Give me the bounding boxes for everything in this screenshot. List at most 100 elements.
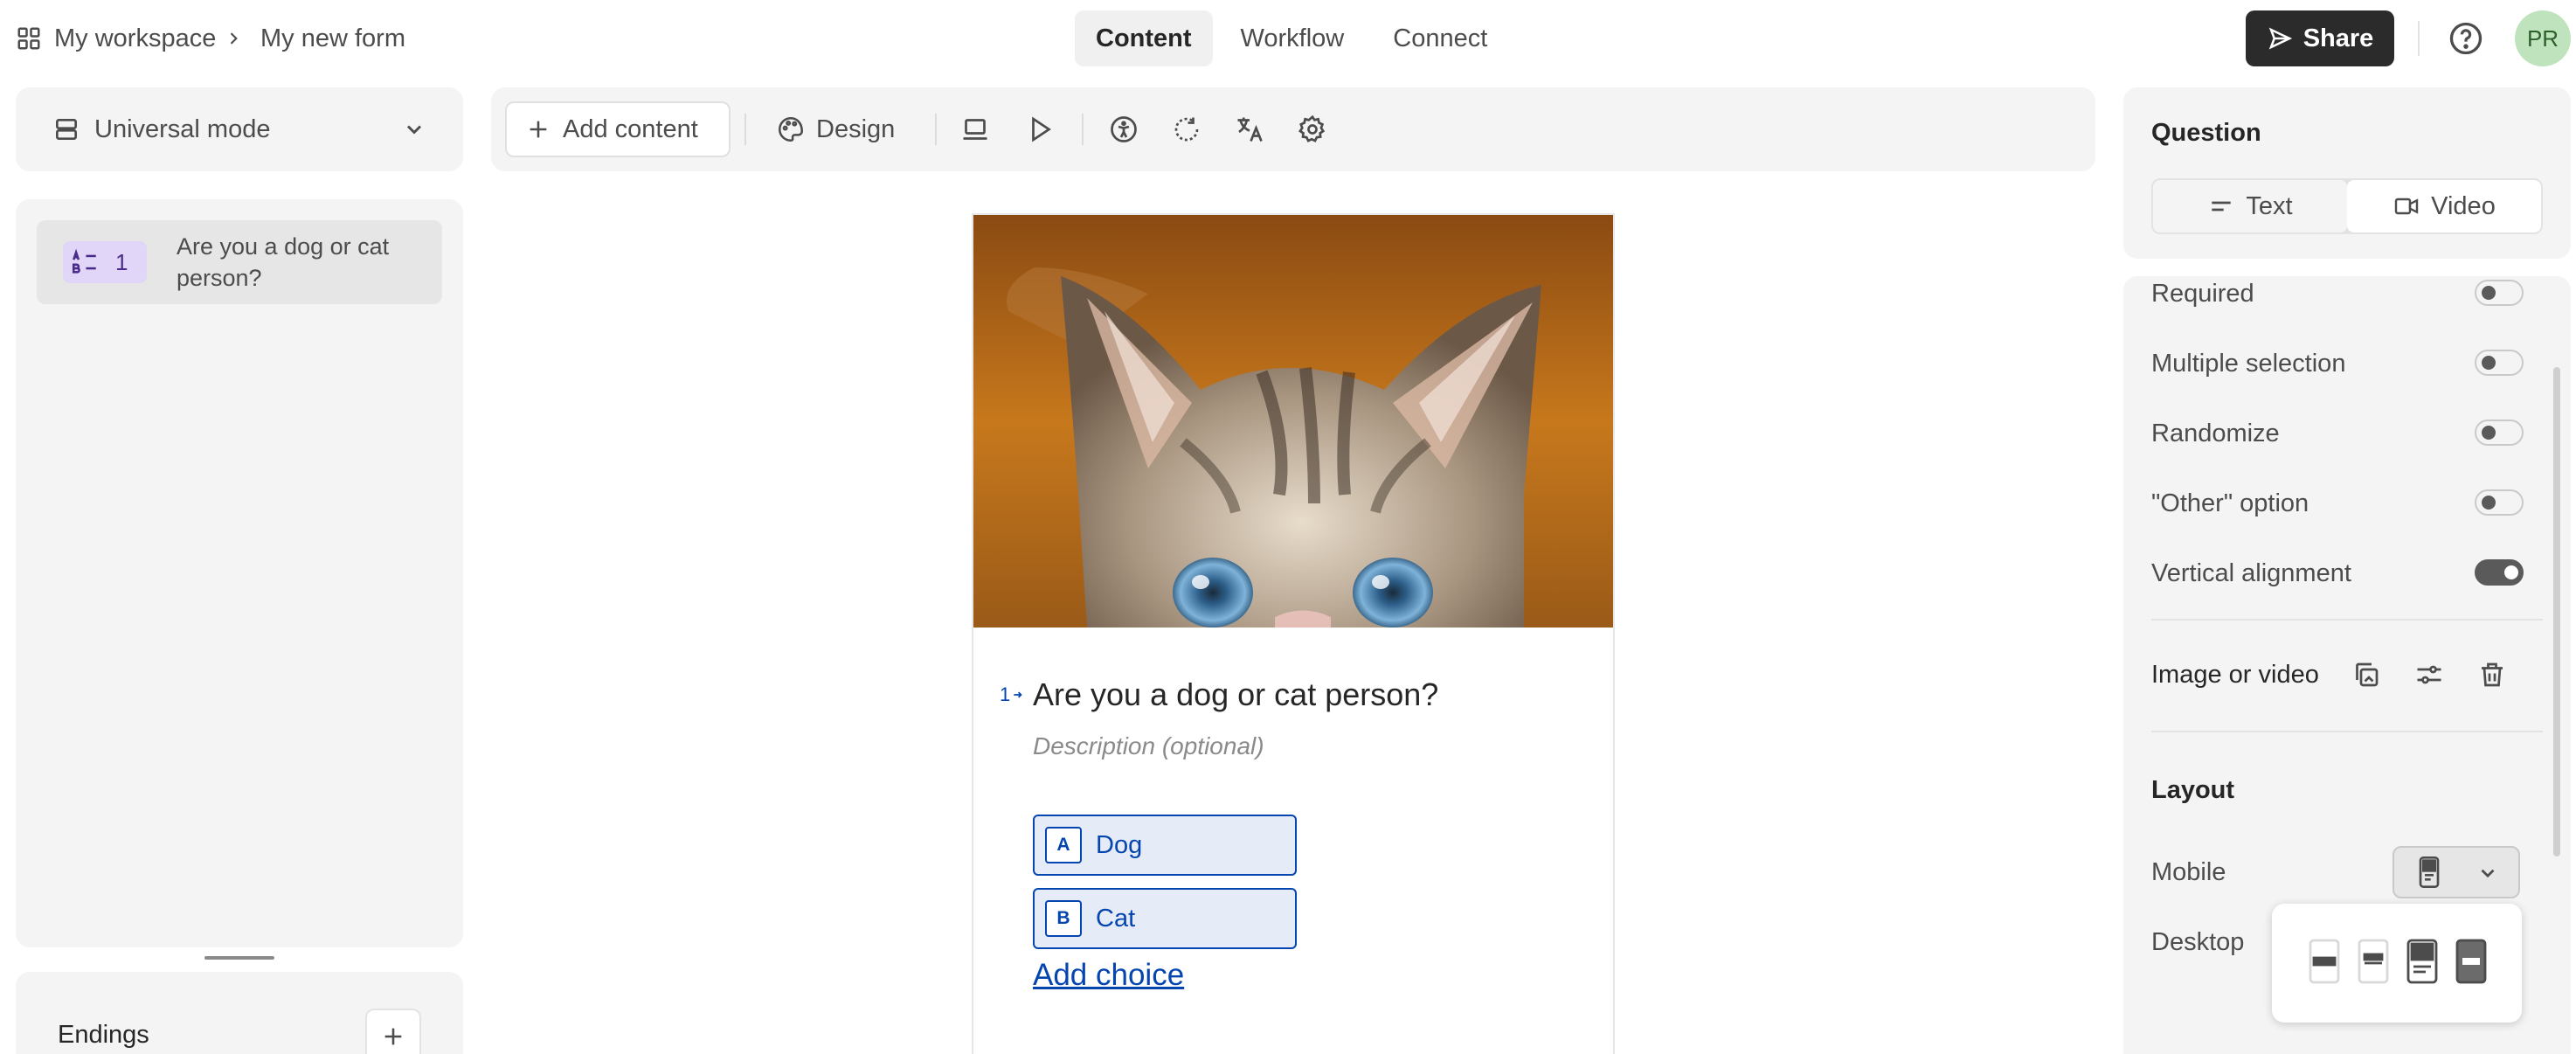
tab-workflow[interactable]: Workflow <box>1220 10 1366 66</box>
toolbar-divider <box>935 114 937 145</box>
plus-icon <box>384 1028 402 1045</box>
settings-scrollbar[interactable] <box>2553 367 2560 856</box>
required-toggle[interactable] <box>2475 280 2524 306</box>
question-title[interactable]: Are you a dog or cat person? <box>1033 676 1438 713</box>
add-content-button[interactable]: Add content <box>505 101 731 157</box>
endings-section: Endings <box>16 972 463 1054</box>
layout-title: Layout <box>2151 776 2235 804</box>
setting-multiple-selection: Multiple selection <box>2151 346 2518 381</box>
setting-vertical-alignment: Vertical alignment <box>2151 556 2518 591</box>
adjust-sliders-icon[interactable] <box>2413 659 2445 690</box>
setting-label: Randomize <box>2151 419 2280 447</box>
mode-selector[interactable]: Universal mode <box>16 87 463 171</box>
segment-text[interactable]: Text <box>2153 180 2347 232</box>
video-camera-icon <box>2394 198 2419 215</box>
question-number: 1 <box>1000 683 1011 705</box>
mobile-layout-dropdown[interactable] <box>2392 846 2520 898</box>
layout-float-left-icon[interactable] <box>2309 939 2340 984</box>
question-settings-header: Question Text Video <box>2123 87 2571 259</box>
question-list: 1 Are you a dog or cat person? <box>16 199 463 947</box>
toggle-knob <box>2482 426 2496 440</box>
question-type-badge: 1 <box>63 241 147 283</box>
share-button[interactable]: Share <box>2246 10 2394 66</box>
layout-stacked-icon[interactable] <box>2406 939 2438 984</box>
resize-handle[interactable] <box>204 956 274 960</box>
layout-wallpaper-icon[interactable] <box>2455 939 2487 984</box>
segment-video[interactable]: Video <box>2347 180 2541 232</box>
choice-label: Dog <box>1096 830 1143 859</box>
setting-label: Required <box>2151 279 2254 308</box>
share-label: Share <box>2302 24 2374 52</box>
rotate-icon[interactable] <box>1171 114 1202 145</box>
divider <box>2418 21 2420 56</box>
mode-label: Universal mode <box>94 114 271 143</box>
randomize-toggle[interactable] <box>2475 420 2524 446</box>
text-lines-icon <box>2212 201 2232 211</box>
top-bar: My workspace My new form Content Workflo… <box>0 0 2576 77</box>
choice-option[interactable]: B Cat <box>1033 888 1297 949</box>
arrow-right-icon <box>1014 691 1022 698</box>
chevron-down-icon <box>406 125 422 135</box>
add-ending-button[interactable] <box>365 1009 421 1054</box>
form-preview-card: 1 Are you a dog or cat person? Descripti… <box>972 213 1615 1054</box>
question-description-field[interactable]: Description (optional) <box>1033 732 1264 760</box>
toolbar-divider <box>1082 114 1084 145</box>
layers-icon <box>56 119 77 140</box>
add-choice-link[interactable]: Add choice <box>1033 958 1184 993</box>
play-icon[interactable] <box>1024 114 1056 145</box>
trash-icon[interactable] <box>2476 659 2508 690</box>
design-label: Design <box>816 114 896 143</box>
palette-icon <box>778 116 804 142</box>
layout-stacked-icon <box>2419 856 2440 888</box>
question-number-indicator: 1 <box>1000 683 1024 706</box>
segment-video-label: Video <box>2431 191 2496 220</box>
chevron-right-icon <box>231 32 239 45</box>
tab-content[interactable]: Content <box>1075 10 1213 66</box>
question-format-toggle: Text Video <box>2151 178 2543 234</box>
image-or-video-label: Image or video <box>2151 661 2319 689</box>
toolbar-divider <box>744 114 746 145</box>
kitten-face-image[interactable] <box>973 215 1613 628</box>
multiple-selection-toggle[interactable] <box>2475 350 2524 376</box>
choice-key: A <box>1045 827 1082 863</box>
layout-split-icon[interactable] <box>2358 939 2389 984</box>
breadcrumb-form[interactable]: My new form <box>260 19 405 58</box>
replace-media-icon[interactable] <box>2351 659 2382 690</box>
divider <box>2151 619 2543 621</box>
setting-other-option: "Other" option <box>2151 486 2518 521</box>
breadcrumb-workspace[interactable]: My workspace <box>16 19 242 58</box>
avatar[interactable]: PR <box>2515 10 2571 66</box>
layout-options-popover <box>2272 904 2522 1023</box>
toggle-knob <box>2482 356 2496 370</box>
accessibility-icon[interactable] <box>1108 114 1139 145</box>
add-content-label: Add content <box>563 114 698 143</box>
question-circle-icon[interactable] <box>2447 19 2485 58</box>
divider <box>2151 731 2543 732</box>
toggle-knob <box>2482 496 2496 510</box>
translate-icon[interactable] <box>1234 114 1265 145</box>
chevron-down-icon <box>2481 869 2495 878</box>
toggle-knob <box>2482 286 2496 300</box>
settings-icon[interactable] <box>1297 114 1328 145</box>
settings-title: Question <box>2151 119 2261 147</box>
setting-randomize: Randomize <box>2151 416 2518 451</box>
vertical-alignment-toggle[interactable] <box>2475 559 2524 586</box>
setting-label: "Other" option <box>2151 489 2309 517</box>
segment-text-label: Text <box>2246 191 2293 220</box>
choice-key: B <box>1045 900 1082 937</box>
question-number: 1 <box>115 248 128 275</box>
setting-required: Required <box>2151 276 2518 311</box>
question-list-title: Are you a dog or cat person? <box>177 233 390 291</box>
choice-option[interactable]: A Dog <box>1033 815 1297 876</box>
breadcrumb-workspace-label: My workspace <box>54 24 217 52</box>
design-button[interactable]: Design <box>776 101 895 157</box>
other-option-toggle[interactable] <box>2475 489 2524 516</box>
setting-label: Multiple selection <box>2151 349 2346 378</box>
question-list-item[interactable]: 1 Are you a dog or cat person? <box>37 220 442 304</box>
toggle-knob <box>2504 565 2518 579</box>
editor-toolbar: Add content Design <box>491 87 2095 171</box>
laptop-preview-icon[interactable] <box>959 114 991 145</box>
tab-connect[interactable]: Connect <box>1372 10 1508 66</box>
choice-label: Cat <box>1096 904 1136 933</box>
setting-label: Vertical alignment <box>2151 558 2351 587</box>
